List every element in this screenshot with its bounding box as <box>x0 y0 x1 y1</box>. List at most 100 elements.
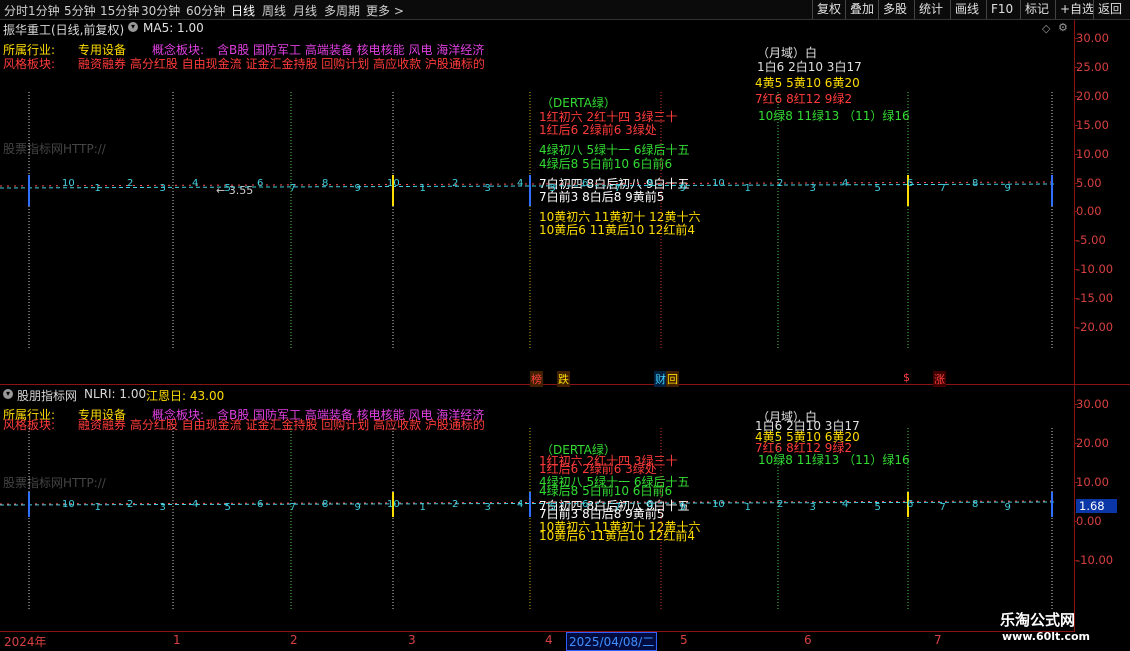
cycle-number-bottom-26: 6 <box>907 499 913 510</box>
cycle-number-top-24: 4 <box>842 178 848 189</box>
top-y-tickmark-3 <box>1074 124 1078 126</box>
cycle-number-top-9: 9 <box>355 183 361 194</box>
kline-chart[interactable]: 10 10 1 1 2 2 3 3 4 4 5 5 6 6 7 7 8 8 9 9 10 10 1 1 2 2 3 3 4 4 5 5 6 6 7 7… <box>0 20 1074 631</box>
bottom-y-tick-2: 10.00 <box>1076 475 1109 489</box>
date-label-m6: 6 <box>804 633 812 647</box>
period-tab-monthly[interactable]: 月线 <box>293 2 317 19</box>
top-y-tickmark-9 <box>1074 298 1078 300</box>
mark-button[interactable]: 标记 <box>1020 0 1053 19</box>
cycle-number-top-20: 10 <box>712 178 725 189</box>
cycle-number-top-29: 9 <box>1005 183 1011 194</box>
cycle-number-bottom-23: 3 <box>810 502 816 513</box>
axis-border <box>1074 20 1075 631</box>
top-y-tick-1: 25.00 <box>1076 59 1109 74</box>
bottom-y-tick-3: 0.00 <box>1076 514 1102 528</box>
top-y-tick-5: 5.00 <box>1076 175 1102 190</box>
cycle-number-top-11: 1 <box>420 183 426 194</box>
add-watchlist-button[interactable]: +自选 <box>1055 0 1098 19</box>
period-tab-1min[interactable]: 1分钟 <box>28 2 60 19</box>
cycle-number-top-14: 4 <box>517 178 523 189</box>
cycle-number-bottom-14: 4 <box>517 499 523 510</box>
date-label-m1: 1 <box>173 633 181 647</box>
cycle-number-bottom-12: 2 <box>452 499 458 510</box>
cycle-number-top-1: 1 <box>95 183 101 194</box>
cycle-number-top-21: 1 <box>745 183 751 194</box>
top-y-tickmark-6 <box>1074 211 1078 213</box>
cycle-number-top-4: 4 <box>192 178 198 189</box>
ma-line-top <box>0 183 1056 189</box>
cycle-number-bottom-25: 5 <box>875 502 881 513</box>
bottom-y-tickmark-3 <box>1074 521 1078 522</box>
period-toolbar: 分时 1分钟 5分钟 15分钟 30分钟 60分钟 日线 周线 月线 多周期 更… <box>0 0 1130 20</box>
restore-rights-button[interactable]: 复权 <box>812 0 845 19</box>
top-y-tick-8: -10.00 <box>1076 262 1114 277</box>
date-label-m4: 4 <box>545 633 553 647</box>
period-tab-weekly[interactable]: 周线 <box>262 2 286 19</box>
cycle-number-bottom-15: 5 <box>550 502 556 513</box>
period-tab-multi[interactable]: 多周期 <box>324 2 360 19</box>
cycle-number-top-23: 3 <box>810 183 816 194</box>
back-button[interactable]: 返回 <box>1093 0 1126 19</box>
cycle-number-top-16: 6 <box>582 178 588 189</box>
cycle-number-bottom-11: 1 <box>420 502 426 513</box>
date-label-m3: 3 <box>408 633 416 647</box>
cycle-number-bottom-16: 6 <box>582 499 588 510</box>
cycle-number-top-0: 10 <box>62 178 75 189</box>
period-tab-daily[interactable]: 日线 <box>231 2 255 19</box>
period-tab-fenshi[interactable]: 分时 <box>4 2 28 19</box>
top-y-tickmark-4 <box>1074 153 1078 155</box>
selected-date[interactable]: 2025/04/08/二 <box>566 632 658 651</box>
top-y-tick-3: 15.00 <box>1076 117 1109 132</box>
cycle-number-bottom-1: 1 <box>95 502 101 513</box>
cycle-number-bottom-2: 2 <box>127 499 133 510</box>
cycle-number-bottom-8: 8 <box>322 499 328 510</box>
cycle-number-bottom-3: 3 <box>160 502 166 513</box>
cycle-number-top-8: 8 <box>322 178 328 189</box>
top-y-tick-6: 0.00 <box>1076 204 1102 219</box>
bottom-y-tick-0: 30.00 <box>1076 397 1109 411</box>
draw-line-button[interactable]: 画线 <box>950 0 983 19</box>
cycle-number-bottom-0: 10 <box>62 499 75 510</box>
cycle-number-bottom-18: 8 <box>647 499 653 510</box>
more-label: 更多 <box>366 4 391 18</box>
cycle-number-bottom-27: 7 <box>940 502 946 513</box>
cycle-number-bottom-17: 7 <box>615 502 621 513</box>
top-y-tickmark-5 <box>1074 182 1078 184</box>
top-y-tick-0: 30.00 <box>1076 31 1109 45</box>
cycle-number-top-18: 8 <box>647 178 653 189</box>
period-tab-5min[interactable]: 5分钟 <box>64 2 96 19</box>
statistics-button[interactable]: 统计 <box>914 0 947 19</box>
date-label-m5: 5 <box>680 633 688 647</box>
cycle-number-top-3: 3 <box>160 183 166 194</box>
brand-name: 乐淘公式网 <box>1000 611 1076 629</box>
cycle-number-bottom-22: 2 <box>777 499 783 510</box>
cycle-number-bottom-6: 6 <box>257 499 263 510</box>
top-y-tickmark-7 <box>1074 240 1078 242</box>
period-tab-more[interactable]: 更多 > <box>366 2 404 19</box>
top-y-tick-10: -20.00 <box>1076 320 1114 334</box>
cycle-number-top-10: 10 <box>387 178 400 189</box>
cycle-number-top-13: 3 <box>485 183 491 194</box>
current-value-badge: 1.68 <box>1076 499 1117 513</box>
f10-button[interactable]: F10 <box>986 0 1017 19</box>
price-line-top <box>0 181 1056 187</box>
cycle-number-top-27: 7 <box>940 183 946 194</box>
top-y-tick-7: -5.00 <box>1076 233 1106 248</box>
date-axis: 2024年 1 2 3 4 2025/04/08/二 5 6 7 <box>0 631 1075 651</box>
bottom-y-tickmark-2 <box>1074 482 1078 483</box>
overlay-button[interactable]: 叠加 <box>845 0 878 19</box>
cycle-number-bottom-20: 10 <box>712 499 725 510</box>
period-tab-15min[interactable]: 15分钟 <box>100 2 139 19</box>
top-y-tick-9: -15.00 <box>1076 291 1114 306</box>
period-tab-60min[interactable]: 60分钟 <box>186 2 225 19</box>
bottom-y-tick-4: -10.00 <box>1076 553 1114 567</box>
period-tab-30min[interactable]: 30分钟 <box>141 2 180 19</box>
top-y-tick-2: 20.00 <box>1076 88 1109 103</box>
multi-stock-button[interactable]: 多股 <box>878 0 911 19</box>
cycle-number-bottom-29: 9 <box>1005 502 1011 513</box>
cycle-number-top-19: 9 <box>680 183 686 194</box>
cycle-number-top-7: 7 <box>290 183 296 194</box>
ma-line-bottom <box>0 501 1056 506</box>
cycle-number-bottom-7: 7 <box>290 502 296 513</box>
bottom-y-tickmark-1 <box>1074 443 1078 444</box>
